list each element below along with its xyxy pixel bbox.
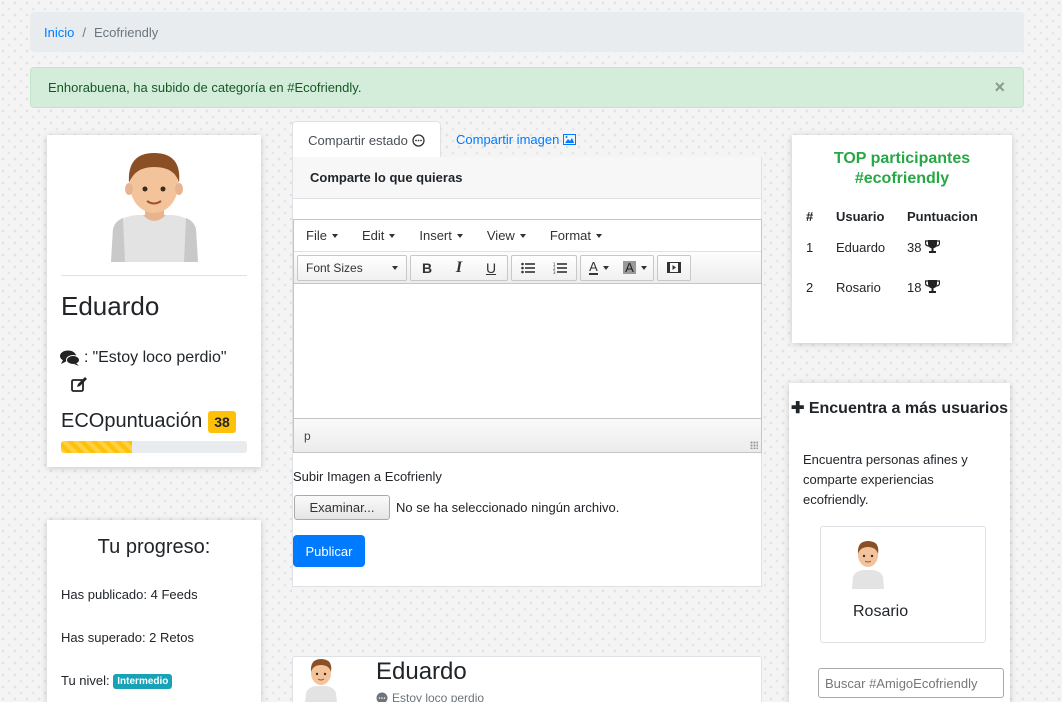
status-text: "Estoy loco perdio" (92, 349, 227, 366)
plus-icon: ✚ (790, 400, 805, 417)
breadcrumb: Inicio / Ecofriendly (30, 12, 1024, 52)
menu-view[interactable]: View (475, 228, 538, 243)
post-status-text: Estoy loco perdio (392, 691, 485, 702)
status-prefix: : (84, 349, 89, 366)
breadcrumb-home-link[interactable]: Inicio (44, 25, 74, 40)
menu-format[interactable]: Format (538, 228, 614, 243)
top-title: TOP participantes #ecofriendly (833, 150, 971, 187)
tab-share-status[interactable]: Compartir estado (292, 121, 441, 159)
editor-menubar: File Edit Insert View Format (294, 220, 761, 252)
avatar (305, 659, 337, 702)
eco-score-badge: 38 (208, 410, 236, 433)
numbered-list-icon[interactable]: 123 (544, 256, 576, 280)
upload-label: Subir Imagen a Ecofrienly (293, 469, 442, 484)
chat-bubble-icon (376, 692, 388, 702)
find-title: ✚ Encuentra a más usuarios (790, 400, 1009, 417)
published-stat: Has publicado: 4 Feeds (61, 587, 198, 602)
close-icon[interactable]: × (994, 77, 1005, 98)
user-suggestion-card[interactable]: Rosario (820, 526, 986, 643)
share-header: Comparte lo que quieras (293, 157, 761, 199)
post-author-name: Eduardo (376, 658, 467, 685)
level-label: Tu nivel: (61, 673, 110, 688)
table-row: 1 Eduardo 38 (806, 227, 997, 267)
font-size-select[interactable]: Font Sizes (297, 254, 407, 281)
share-panel: Comparte lo que quieras File Edit Insert… (292, 157, 762, 587)
svg-text:3: 3 (553, 270, 556, 274)
breadcrumb-separator: / (82, 24, 86, 40)
avatar (111, 153, 198, 262)
progress-title: Tu progreso: (97, 536, 211, 558)
trophy-icon (924, 239, 941, 253)
divider (61, 275, 247, 276)
editor-content-area[interactable] (294, 284, 761, 418)
trophy-icon (924, 279, 941, 293)
search-input[interactable] (818, 668, 1004, 698)
suggested-user-name: Rosario (853, 603, 909, 620)
eco-score: ECOpuntuación 38 (61, 410, 236, 433)
text-color-icon[interactable]: A (581, 256, 617, 280)
profile-name: Eduardo (61, 291, 160, 321)
eco-label: ECOpuntuación (61, 410, 203, 432)
editor-statusbar: p (294, 418, 761, 452)
edit-icon[interactable] (71, 377, 87, 393)
bullet-list-icon[interactable] (512, 256, 544, 280)
chat-bubble-icon (412, 133, 425, 147)
element-path: p (304, 429, 311, 443)
level-badge: Intermedio (113, 674, 173, 690)
top-participants-card: TOP participantes #ecofriendly # Usuario… (792, 135, 1012, 343)
table-header-row: # Usuario Puntuacion (806, 208, 978, 224)
comments-icon (60, 350, 80, 366)
browse-file-button[interactable]: Examinar... (294, 495, 390, 520)
alert-message: Enhorabuena, ha subido de categoría en #… (48, 80, 362, 95)
progress-card: Tu progreso: Has publicado: 4 Feeds Has … (47, 520, 261, 702)
resize-handle-icon[interactable] (750, 441, 758, 449)
eco-progress-fill (61, 441, 132, 453)
post-status: Estoy loco perdio (376, 691, 484, 702)
menu-insert[interactable]: Insert (407, 228, 475, 243)
find-users-card: ✚ Encuentra a más usuarios Encuentra per… (789, 383, 1010, 702)
profile-status: : "Estoy loco perdio" (60, 349, 227, 367)
bold-icon[interactable]: B (411, 256, 443, 280)
eco-progress-bar (61, 441, 247, 453)
tab-share-image[interactable]: Compartir imagen (456, 121, 577, 158)
table-row: 2 Rosario 18 (806, 267, 997, 307)
tab-label: Compartir imagen (456, 132, 560, 147)
image-icon (563, 134, 577, 145)
italic-icon[interactable]: I (443, 256, 475, 280)
rich-text-editor: File Edit Insert View Format Font Sizes … (293, 219, 762, 453)
menu-edit[interactable]: Edit (350, 228, 407, 243)
menu-file[interactable]: File (294, 228, 350, 243)
background-color-icon[interactable]: A (617, 256, 653, 280)
challenges-stat: Has superado: 2 Retos (61, 630, 194, 645)
underline-icon[interactable]: U (475, 256, 507, 280)
tab-label: Compartir estado (308, 132, 408, 148)
no-file-text: No se ha seleccionado ningún archivo. (396, 500, 620, 515)
find-description: Encuentra personas afines y comparte exp… (803, 452, 968, 507)
top-table: # Usuario Puntuacion 1 Eduardo 38 2 Rosa… (806, 205, 997, 307)
level-stat: Tu nivel: Intermedio (61, 673, 173, 690)
publish-button[interactable]: Publicar (293, 535, 365, 567)
feed-post: Eduardo Estoy loco perdio (292, 656, 762, 702)
share-tabs: Compartir estado Compartir imagen (292, 121, 762, 159)
breadcrumb-current: Ecofriendly (93, 24, 159, 40)
media-icon[interactable] (658, 256, 690, 280)
editor-toolbar: Font Sizes B I U 123 A A (294, 252, 761, 284)
profile-card: Eduardo : "Estoy loco perdio" ECOpuntuac… (47, 135, 261, 467)
avatar (852, 541, 884, 589)
success-alert: Enhorabuena, ha subido de categoría en #… (30, 67, 1024, 108)
